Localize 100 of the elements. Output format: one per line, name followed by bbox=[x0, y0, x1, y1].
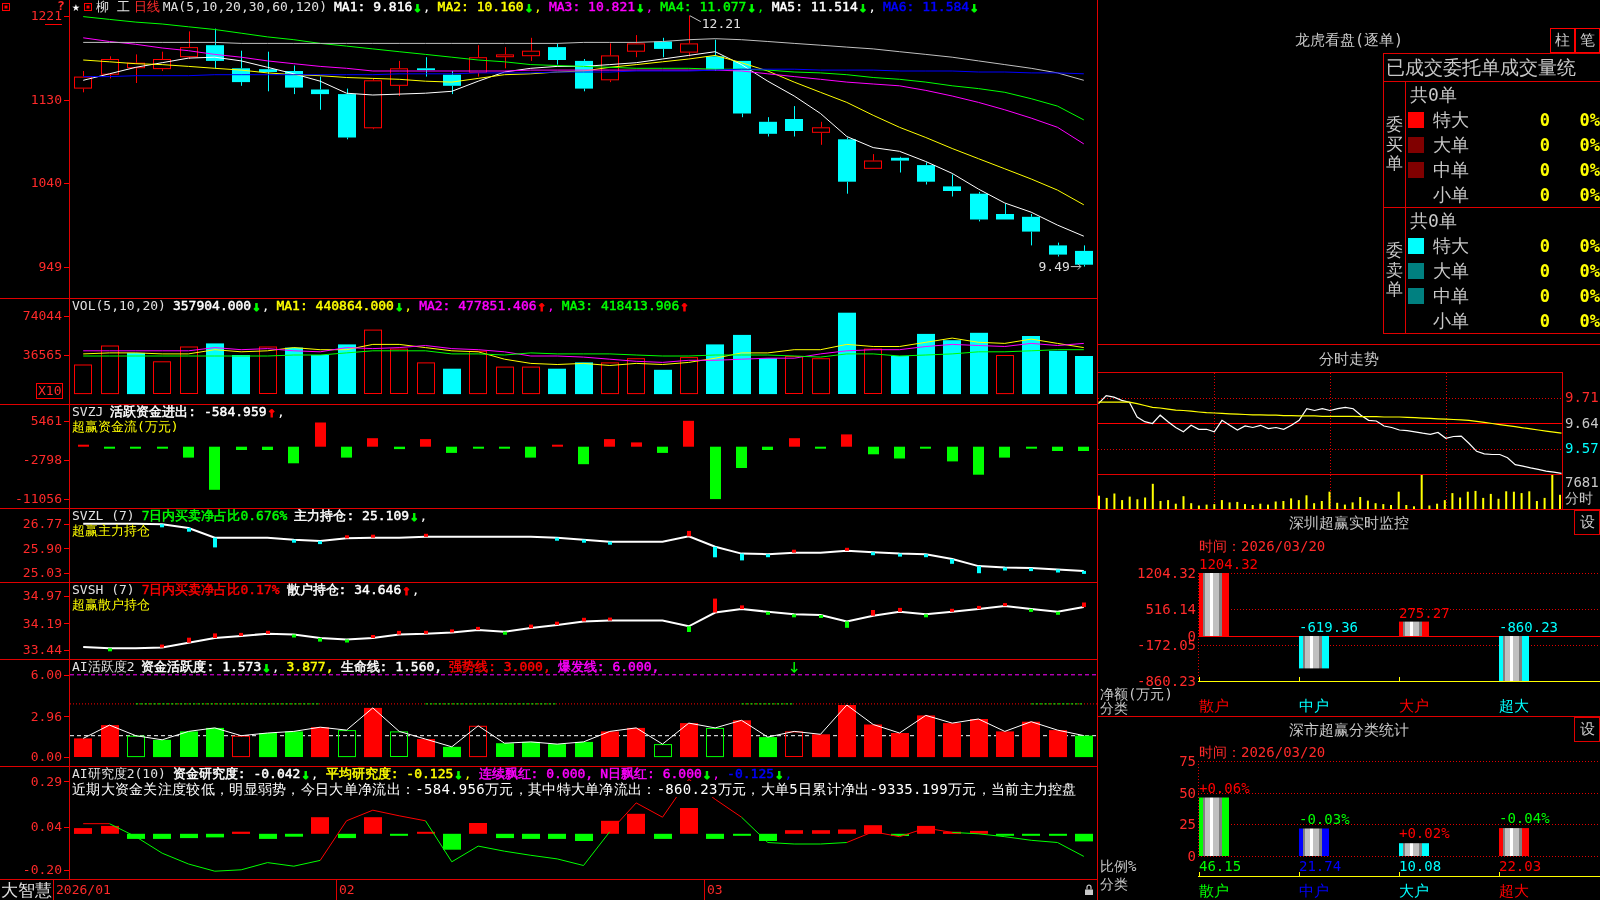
indicator-bar bbox=[996, 731, 1014, 757]
indicator-bar bbox=[627, 813, 645, 834]
trend-arrow: ↑ bbox=[536, 299, 547, 312]
chart-subtitle: 时间：2026/03/20 bbox=[1199, 538, 1326, 554]
change-mark bbox=[740, 605, 744, 609]
change-mark bbox=[871, 610, 875, 616]
indicator-bar bbox=[891, 733, 909, 758]
volume-bar bbox=[654, 369, 672, 395]
volume-bar bbox=[232, 355, 250, 395]
trend-arrow: ↓ bbox=[701, 767, 713, 780]
comma-separator: , bbox=[756, 0, 765, 13]
axis-label: 26.77 bbox=[22, 516, 62, 531]
comma-separator: , bbox=[277, 405, 285, 418]
change-mark bbox=[555, 537, 559, 541]
volume-bar bbox=[1512, 491, 1515, 509]
comma-separator: , bbox=[534, 0, 542, 13]
indicator-reading: MA2: 477851.406 bbox=[419, 299, 537, 312]
candlestick bbox=[1049, 242, 1067, 257]
change-mark bbox=[292, 634, 296, 638]
group-label: 委买单 bbox=[1386, 115, 1403, 174]
category-label: 大户 bbox=[1399, 883, 1429, 899]
candlestick bbox=[417, 56, 435, 78]
comma-separator: , bbox=[271, 660, 280, 673]
indicator-bar bbox=[364, 817, 382, 834]
indicator-bar bbox=[838, 829, 856, 834]
indicator-bar bbox=[943, 723, 961, 758]
change-mark bbox=[266, 630, 270, 634]
volume-bar bbox=[680, 357, 698, 395]
change-label: +0.02% bbox=[1399, 826, 1450, 842]
indicator-bar bbox=[1075, 735, 1093, 758]
axis-title: 分时 bbox=[1565, 491, 1593, 505]
volume-bar bbox=[443, 368, 461, 395]
volume-bar bbox=[1128, 496, 1131, 509]
pointer-arrow bbox=[1070, 263, 1082, 271]
change-mark bbox=[924, 614, 928, 618]
volume-bar bbox=[1197, 505, 1200, 509]
volume-bar bbox=[74, 364, 92, 395]
indicator-bar bbox=[420, 439, 431, 447]
indicator-bar bbox=[469, 823, 487, 834]
price-label: 9.49 bbox=[1038, 259, 1070, 274]
indicator-reading: 资金活跃度: 1.573 bbox=[141, 660, 262, 673]
axis-label: 34.19 bbox=[22, 616, 62, 631]
settings-button[interactable]: 设 bbox=[1574, 510, 1600, 535]
candlestick bbox=[601, 42, 619, 83]
candlestick bbox=[1022, 213, 1040, 246]
comma-separator: , bbox=[463, 767, 472, 780]
volume-bar bbox=[706, 344, 724, 394]
volume-bar bbox=[1290, 498, 1293, 509]
indicator-bar bbox=[736, 446, 747, 468]
axis-label: 25.03 bbox=[22, 566, 62, 581]
volume-bar bbox=[1336, 502, 1339, 509]
bar bbox=[1499, 636, 1529, 681]
order-count: 0 bbox=[1539, 259, 1550, 282]
indicator-bar bbox=[917, 825, 935, 834]
indicator-bar bbox=[657, 446, 668, 453]
candlestick bbox=[759, 116, 777, 137]
comma-separator: , bbox=[645, 0, 654, 13]
change-mark bbox=[108, 648, 112, 652]
change-mark bbox=[713, 546, 717, 558]
volume-bar bbox=[943, 340, 961, 395]
change-mark bbox=[292, 539, 296, 543]
change-mark bbox=[608, 617, 612, 621]
indicator-bar bbox=[838, 705, 856, 758]
comma-separator: , bbox=[261, 299, 270, 312]
indicator-title: SVSH (7) bbox=[72, 583, 135, 596]
axis-label: 74044 bbox=[22, 308, 62, 323]
indicator-bar bbox=[130, 446, 141, 449]
axis-label: 7681 bbox=[1565, 475, 1599, 489]
data-label: 1204.32 bbox=[1199, 557, 1258, 572]
view-toggle-button[interactable]: 柱 bbox=[1550, 28, 1575, 53]
indicator-bar bbox=[311, 727, 329, 758]
candlestick bbox=[785, 105, 803, 137]
indicator-bar bbox=[1052, 446, 1063, 451]
volume-bar bbox=[259, 346, 277, 394]
indicator-bar bbox=[78, 444, 89, 447]
order-share: 0% bbox=[1579, 309, 1600, 332]
volume-bar bbox=[812, 358, 830, 395]
axis-title: 分类 bbox=[1100, 701, 1128, 716]
volume-bar bbox=[1451, 493, 1454, 509]
change-mark bbox=[582, 617, 586, 622]
candlestick bbox=[812, 121, 830, 146]
indicator-bar bbox=[127, 833, 145, 839]
trend-arrow: ↓ bbox=[300, 767, 311, 780]
volume-bar bbox=[1159, 501, 1162, 509]
trend-arrow: ↓ bbox=[412, 0, 423, 13]
change-mark bbox=[424, 630, 428, 634]
volume-bar bbox=[1136, 499, 1139, 509]
candlestick bbox=[654, 37, 672, 58]
settings-button[interactable]: 设 bbox=[1574, 717, 1600, 742]
volume-bar bbox=[1459, 497, 1462, 509]
volume-bar bbox=[996, 355, 1014, 395]
category-label: 超大 bbox=[1499, 698, 1529, 714]
view-toggle-button[interactable]: 笔 bbox=[1575, 28, 1600, 53]
volume-bar bbox=[1049, 350, 1067, 395]
change-mark bbox=[608, 541, 612, 545]
axis-label: 6.00 bbox=[30, 667, 62, 682]
indicator-bar bbox=[180, 833, 198, 839]
indicator-title: SVZJ bbox=[72, 405, 104, 418]
volume-bar bbox=[1520, 493, 1523, 509]
change-mark bbox=[503, 631, 507, 635]
